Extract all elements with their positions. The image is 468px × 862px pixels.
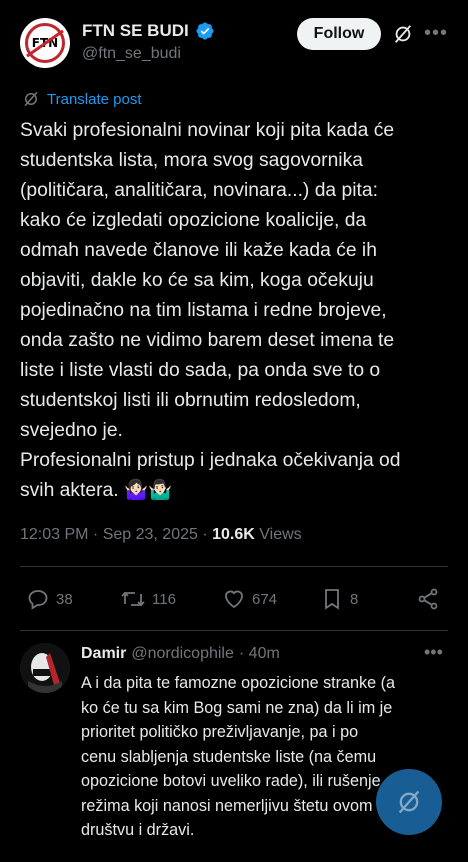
reply-avatar[interactable] bbox=[20, 643, 70, 693]
reply-avatar-image bbox=[20, 643, 70, 693]
verified-badge-icon bbox=[196, 22, 214, 40]
reply-author-handle[interactable]: @nordicophile bbox=[131, 645, 234, 663]
reply-author-row[interactable]: Damir @nordicophile · 40m bbox=[81, 645, 280, 663]
like-button[interactable]: 674 bbox=[222, 587, 277, 611]
author-avatar[interactable]: FTN bbox=[20, 18, 70, 68]
share-button[interactable] bbox=[416, 587, 440, 611]
divider bbox=[20, 630, 448, 631]
more-icon[interactable]: ••• bbox=[424, 22, 448, 45]
compose-fab-icon bbox=[398, 790, 420, 814]
author-display-name[interactable]: FTN SE BUDI bbox=[82, 21, 189, 41]
action-bar: 38 116 674 8 bbox=[26, 584, 444, 614]
bookmark-button[interactable]: 8 bbox=[320, 587, 358, 611]
author-name-row[interactable]: FTN SE BUDI bbox=[82, 21, 215, 41]
compose-fab-button[interactable] bbox=[376, 769, 442, 835]
reply-count: 38 bbox=[56, 590, 73, 608]
bookmark-count: 8 bbox=[350, 590, 359, 608]
translate-post-link[interactable]: Translate post bbox=[22, 90, 142, 108]
post-meta: 12:03 PM · Sep 23, 2025 · 10.6K Views bbox=[20, 526, 302, 544]
reply-icon bbox=[28, 590, 48, 610]
reply-button[interactable]: 38 bbox=[26, 587, 73, 611]
translate-post-label[interactable]: Translate post bbox=[47, 91, 142, 108]
post-header: FTN FTN SE BUDI @ftn_se_budi Follow ••• bbox=[20, 18, 452, 70]
avatar-logo-text: FTN bbox=[31, 36, 59, 50]
follow-button[interactable]: Follow bbox=[297, 18, 381, 50]
retweet-button[interactable]: 116 bbox=[120, 587, 176, 611]
author-handle[interactable]: @ftn_se_budi bbox=[82, 45, 181, 63]
translate-icon bbox=[24, 91, 38, 107]
retweet-icon bbox=[121, 591, 145, 607]
reply-time[interactable]: · 40m bbox=[239, 645, 280, 663]
more-icon[interactable]: ••• bbox=[424, 642, 443, 663]
grok-icon[interactable] bbox=[392, 23, 414, 45]
post-text: Svaki profesionalni novinar koji pita ka… bbox=[20, 120, 401, 501]
bookmark-icon bbox=[325, 589, 339, 610]
retweet-count: 116 bbox=[152, 590, 176, 608]
share-icon bbox=[418, 588, 438, 610]
post-views-label: Views bbox=[254, 526, 302, 543]
like-icon bbox=[225, 590, 243, 609]
post-timestamp[interactable]: 12:03 PM · Sep 23, 2025 · bbox=[20, 526, 212, 543]
like-count: 674 bbox=[252, 590, 278, 608]
reply-author-name[interactable]: Damir bbox=[81, 645, 126, 663]
avatar-logo: FTN bbox=[25, 23, 65, 63]
divider bbox=[20, 566, 448, 567]
post-views-count: 10.6K bbox=[212, 526, 255, 543]
